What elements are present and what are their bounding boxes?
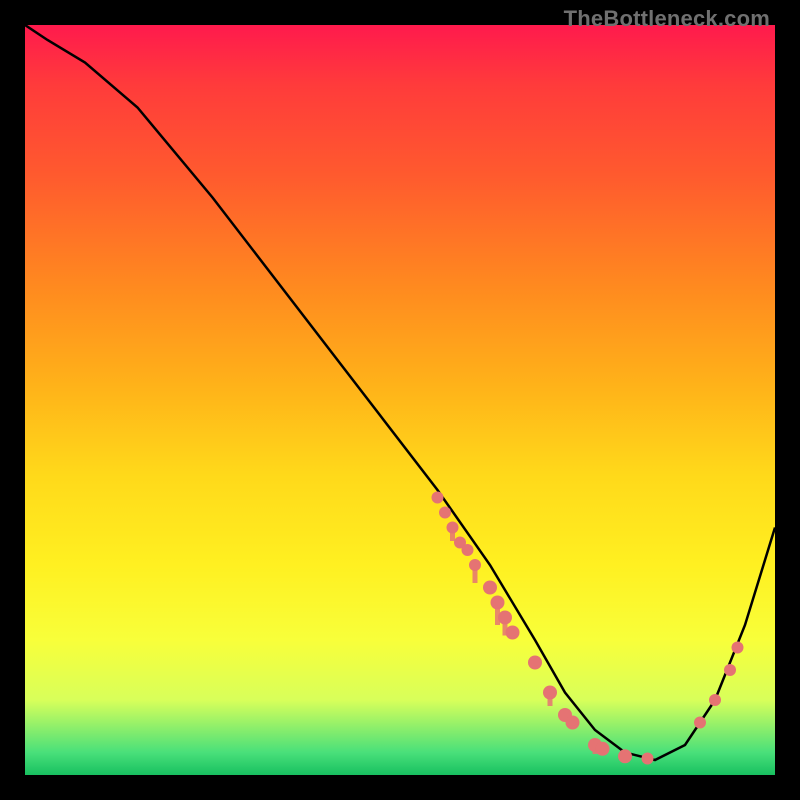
data-point <box>506 626 520 640</box>
data-point <box>732 642 744 654</box>
chart-plot-area <box>25 25 775 775</box>
chart-svg <box>25 25 775 775</box>
data-point <box>543 686 557 700</box>
data-point <box>469 559 481 571</box>
data-point <box>596 742 610 756</box>
data-point <box>528 656 542 670</box>
watermark-text: TheBottleneck.com <box>564 6 770 32</box>
data-point <box>642 753 654 765</box>
data-point <box>462 544 474 556</box>
data-point <box>432 492 444 504</box>
data-point <box>618 749 632 763</box>
curve-line <box>25 25 775 760</box>
data-point <box>447 522 459 534</box>
data-point <box>724 664 736 676</box>
data-point <box>709 694 721 706</box>
data-point <box>566 716 580 730</box>
data-point <box>491 596 505 610</box>
data-point <box>694 717 706 729</box>
data-point <box>498 611 512 625</box>
data-point <box>439 507 451 519</box>
data-point <box>483 581 497 595</box>
